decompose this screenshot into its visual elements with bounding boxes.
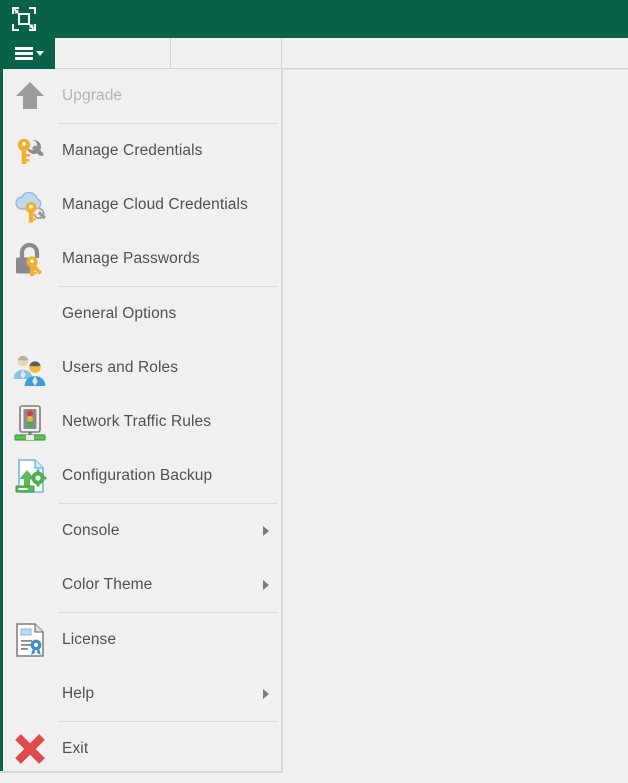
padlock-key-icon — [8, 237, 52, 281]
upgrade-arrow-icon — [8, 74, 52, 118]
menu-item-label: License — [62, 631, 117, 648]
exit-cross-icon — [8, 727, 52, 771]
chevron-down-icon — [36, 51, 44, 56]
menu-item-upgrade: Upgrade — [0, 69, 281, 123]
menu-item-manage-cloud-credentials[interactable]: Manage Cloud Credentials — [0, 178, 281, 232]
menu-item-label: Users and Roles — [62, 359, 179, 376]
ribbon-bar — [0, 38, 628, 69]
license-certificate-icon — [8, 618, 52, 662]
users-icon — [8, 346, 52, 390]
title-bar — [0, 0, 628, 38]
menu-item-general-options[interactable]: General Options — [0, 287, 281, 341]
menu-item-manage-passwords[interactable]: Manage Passwords — [0, 232, 281, 286]
traffic-light-icon — [8, 400, 52, 444]
menu-item-help[interactable]: Help — [0, 667, 281, 721]
main-menu-panel: Upgrade Manage Credentials Manage Cloud … — [0, 69, 283, 773]
menu-item-users-and-roles[interactable]: Users and Roles — [0, 341, 281, 395]
menu-item-label: Console — [62, 522, 120, 539]
menu-item-exit[interactable]: Exit — [0, 722, 281, 776]
menu-item-network-traffic-rules[interactable]: Network Traffic Rules — [0, 395, 281, 449]
main-menu-button[interactable] — [0, 38, 55, 69]
menu-item-label: Network Traffic Rules — [62, 413, 212, 430]
menu-item-configuration-backup[interactable]: Configuration Backup — [0, 449, 281, 503]
menu-item-label: General Options — [62, 305, 177, 322]
menu-item-color-theme[interactable]: Color Theme — [0, 558, 281, 612]
cloud-key-icon — [8, 183, 52, 227]
menu-item-label: Exit — [62, 740, 89, 757]
menu-item-label: Configuration Backup — [62, 467, 213, 484]
key-icon — [8, 129, 52, 173]
menu-item-manage-credentials[interactable]: Manage Credentials — [0, 124, 281, 178]
menu-item-label: Color Theme — [62, 576, 153, 593]
veeam-logo-icon — [8, 3, 40, 35]
menu-item-label: Manage Credentials — [62, 142, 203, 159]
menu-item-label: Upgrade — [62, 87, 123, 104]
menu-item-console[interactable]: Console — [0, 504, 281, 558]
menu-item-label: Manage Passwords — [62, 250, 200, 267]
ribbon-separator — [170, 38, 171, 69]
chevron-right-icon — [263, 580, 269, 590]
ribbon-separator — [281, 38, 282, 69]
configuration-backup-icon — [8, 454, 52, 498]
menu-item-label: Manage Cloud Credentials — [62, 196, 248, 213]
menu-item-license[interactable]: License — [0, 613, 281, 667]
hamburger-menu-icon — [15, 47, 33, 60]
chevron-right-icon — [263, 689, 269, 699]
chevron-right-icon — [263, 526, 269, 536]
menu-item-label: Help — [62, 685, 95, 702]
